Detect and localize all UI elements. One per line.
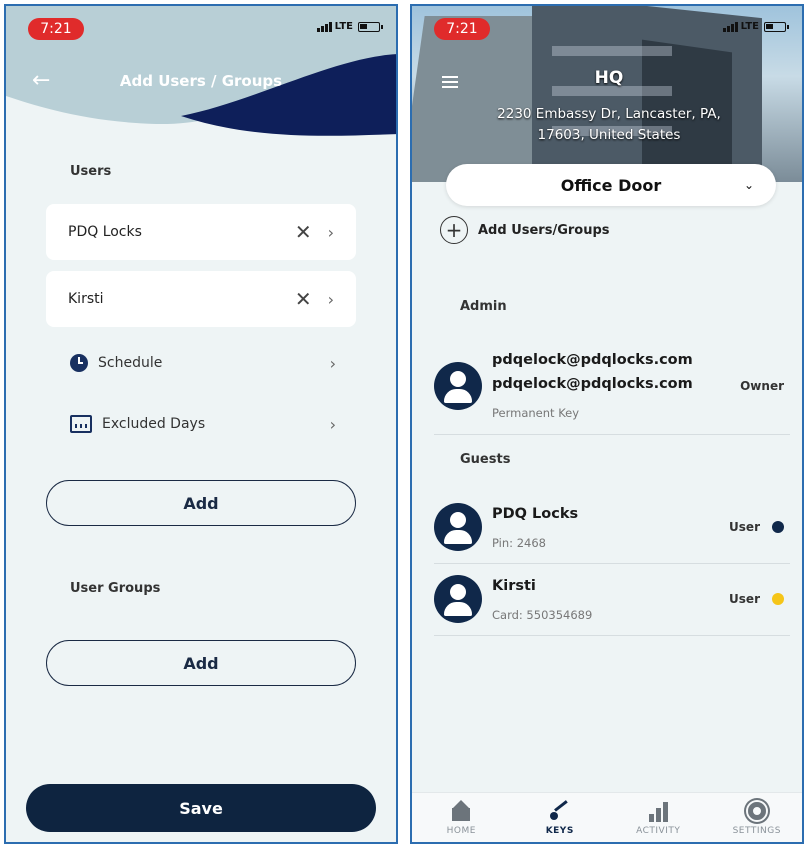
- signal-icon: [722, 21, 738, 32]
- add-users-groups-screen: 7:21 LTE ← Add Users / Groups Users PDQ …: [4, 4, 398, 844]
- tab-label: SETTINGS: [732, 825, 781, 836]
- admin-section-label: Admin: [460, 299, 507, 314]
- save-button[interactable]: Save: [26, 784, 376, 832]
- user-groups-section-label: User Groups: [70, 581, 161, 596]
- schedule-label: Schedule: [98, 355, 163, 371]
- user-role: User: [729, 592, 760, 606]
- excluded-days-label: Excluded Days: [102, 416, 206, 432]
- user-card[interactable]: PDQ Locks ✕ ›: [46, 204, 356, 260]
- door-selector[interactable]: Office Door ⌄: [446, 164, 776, 206]
- user-name: Kirsti: [68, 291, 104, 307]
- user-name: Kirsti: [492, 578, 536, 594]
- user-name: PDQ Locks: [492, 506, 579, 522]
- user-role: User: [729, 520, 760, 534]
- activity-icon: [647, 800, 669, 822]
- chevron-right-icon: ›: [329, 414, 336, 434]
- add-users-groups-link[interactable]: + Add Users/Groups: [440, 216, 610, 244]
- tab-activity[interactable]: ACTIVITY: [609, 793, 708, 842]
- tab-label: HOME: [446, 825, 476, 836]
- home-icon: [450, 799, 472, 822]
- bottom-tab-bar: HOME KEYS ACTIVITY SETTINGS: [412, 792, 803, 842]
- excluded-days-option[interactable]: Excluded Days ›: [70, 412, 336, 436]
- gear-icon: [747, 801, 766, 820]
- add-user-groups-button[interactable]: Add: [46, 640, 356, 686]
- user-name: PDQ Locks: [68, 224, 142, 240]
- user-card[interactable]: Kirsti ✕ ›: [46, 271, 356, 327]
- add-users-groups-label: Add Users/Groups: [478, 222, 610, 238]
- address-line: 17603, United States: [537, 127, 681, 143]
- status-time: 7:21: [28, 18, 84, 40]
- battery-icon: [358, 21, 383, 32]
- clock-icon: [70, 354, 88, 372]
- divider: [434, 434, 790, 435]
- page-title: Add Users / Groups: [119, 72, 283, 90]
- tab-home[interactable]: HOME: [412, 793, 511, 842]
- remove-user-icon[interactable]: ✕: [295, 287, 312, 311]
- status-bar: 7:21 LTE: [6, 16, 396, 42]
- door-name: Office Door: [560, 175, 662, 195]
- location-title: HQ: [594, 68, 624, 88]
- status-dot: [772, 593, 784, 605]
- user-role: Owner: [740, 379, 784, 393]
- users-section-label: Users: [70, 164, 112, 179]
- user-name: pdqelock@pdqlocks.com: [492, 376, 693, 392]
- chevron-right-icon: ›: [329, 353, 336, 373]
- user-credential: Pin: 2468: [492, 536, 546, 550]
- battery-icon: [764, 21, 789, 32]
- chevron-down-icon: ⌄: [743, 178, 754, 192]
- tab-settings[interactable]: SETTINGS: [708, 793, 803, 842]
- door-access-screen: HQ 2230 Embassy Dr, Lancaster, PA, 17603…: [410, 4, 804, 844]
- location-address: 2230 Embassy Dr, Lancaster, PA, 17603, U…: [452, 104, 766, 146]
- remove-user-icon[interactable]: ✕: [295, 220, 312, 244]
- avatar: [434, 362, 482, 410]
- divider: [434, 563, 790, 564]
- user-name: pdqelock@pdqlocks.com: [492, 352, 693, 368]
- address-line: 2230 Embassy Dr, Lancaster, PA,: [497, 106, 721, 122]
- chevron-right-icon[interactable]: ›: [328, 290, 334, 309]
- status-dot: [772, 521, 784, 533]
- network-type: LTE: [334, 21, 353, 32]
- avatar: [434, 575, 482, 623]
- signal-icon: [316, 21, 332, 32]
- add-users-button[interactable]: Add: [46, 480, 356, 526]
- user-credential: Card: 550354689: [492, 608, 593, 622]
- user-key-type: Permanent Key: [492, 406, 580, 420]
- tab-label: KEYS: [545, 825, 574, 836]
- status-indicators: LTE: [316, 21, 383, 32]
- status-time: 7:21: [434, 18, 490, 40]
- divider: [434, 635, 790, 636]
- guests-section-label: Guests: [460, 452, 511, 467]
- add-circle-icon: +: [440, 216, 468, 244]
- schedule-option[interactable]: Schedule ›: [70, 351, 336, 375]
- status-indicators: LTE: [722, 21, 789, 32]
- tab-keys[interactable]: KEYS: [511, 793, 610, 842]
- chevron-right-icon[interactable]: ›: [328, 223, 334, 242]
- key-icon: [549, 800, 571, 822]
- window-band: [552, 46, 672, 56]
- network-type: LTE: [740, 21, 759, 32]
- tab-label: ACTIVITY: [636, 825, 681, 836]
- avatar: [434, 503, 482, 551]
- status-bar: 7:21 LTE: [412, 16, 802, 42]
- calendar-icon: [70, 415, 92, 433]
